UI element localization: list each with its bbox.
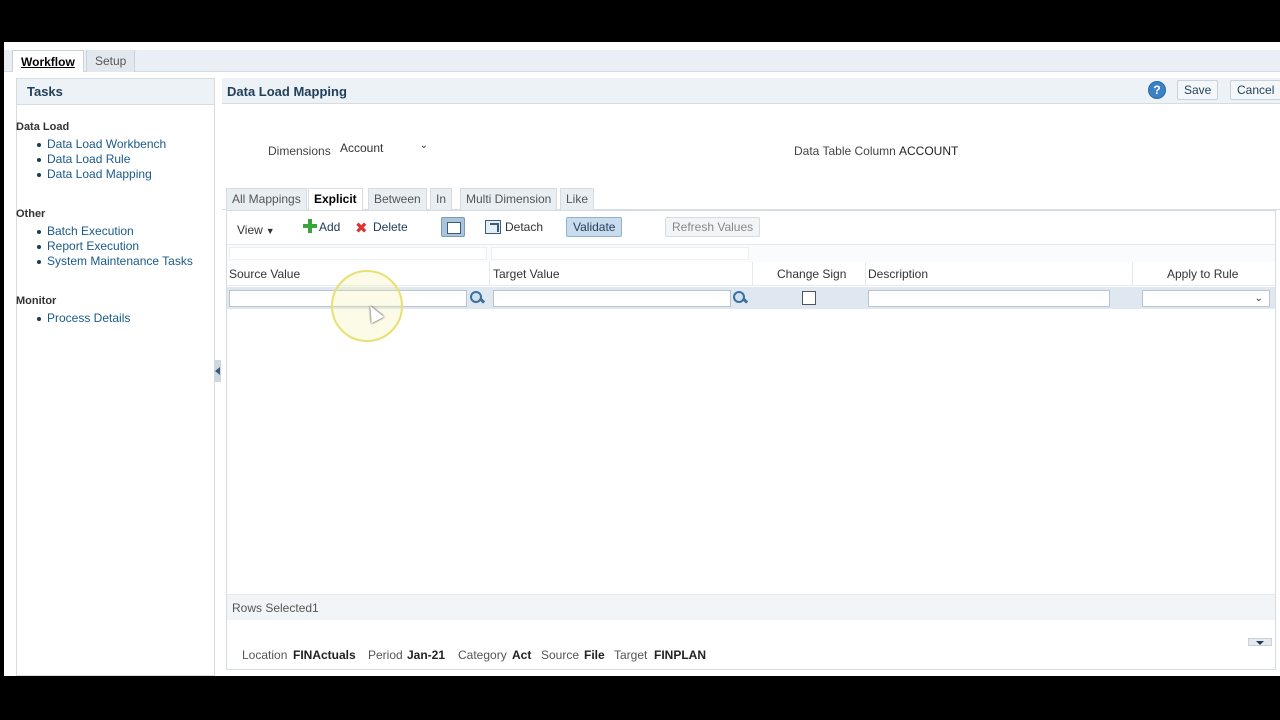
freeze-columns-icon[interactable] [441, 217, 465, 237]
category-label: Category [458, 648, 507, 662]
tasks-panel: Tasks Data Load Data Load Workbench Data… [16, 78, 215, 676]
column-separator [865, 262, 866, 286]
tab-all-mappings[interactable]: All Mappings [226, 188, 307, 210]
column-header-change-sign[interactable]: Change Sign [777, 267, 846, 281]
delete-label: Delete [373, 220, 408, 234]
task-link-data-load-rule[interactable]: Data Load Rule [17, 152, 214, 167]
description-input[interactable] [868, 290, 1110, 307]
target-value-input[interactable] [493, 290, 731, 307]
caret-down-icon: ▼ [265, 226, 275, 236]
target-value[interactable]: FINPLAN [654, 648, 706, 662]
mapping-tabs: All Mappings Explicit Between In Multi D… [222, 188, 1280, 211]
target-value-filter[interactable] [491, 247, 749, 260]
dimensions-select[interactable]: Account ⌄ [336, 138, 432, 158]
column-header-source-value[interactable]: Source Value [229, 267, 300, 281]
add-label: Add [319, 220, 341, 234]
add-button[interactable]: Add [303, 218, 340, 238]
pov-expand-icon[interactable] [1248, 638, 1272, 646]
column-header-apply-to-rule[interactable]: Apply to Rule [1167, 267, 1238, 281]
grid-toolbar: View ▼ Add ✖ Delete Detach Validate Refres… [227, 211, 1275, 243]
task-link-data-load-mapping[interactable]: Data Load Mapping [17, 167, 214, 182]
refresh-values-button[interactable]: Refresh Values [665, 217, 761, 237]
column-separator [489, 262, 490, 286]
data-table-column-value: ACCOUNT [899, 144, 959, 158]
top-tab-bar: Workflow Setup [4, 50, 1280, 72]
column-separator [752, 262, 753, 286]
detach-icon [485, 220, 501, 234]
tab-explicit[interactable]: Explicit [308, 188, 363, 211]
category-value[interactable]: Act [512, 648, 531, 662]
tasks-title: Tasks [17, 79, 214, 105]
task-group-monitor: Monitor Process Details [16, 295, 214, 326]
task-group-label: Data Load [16, 121, 70, 133]
task-group-label: Other [16, 208, 46, 220]
task-group-data-load: Data Load Data Load Workbench Data Load … [16, 121, 214, 182]
help-icon[interactable]: ? [1148, 81, 1166, 99]
main-header: Data Load Mapping ? Save Cancel [222, 78, 1280, 104]
tab-multi-dimension[interactable]: Multi Dimension [460, 188, 558, 210]
tab-in[interactable]: In [430, 188, 453, 210]
apply-to-rule-select[interactable]: ⌄ [1142, 290, 1270, 307]
dimensions-label: Dimensions [268, 144, 331, 158]
tab-between[interactable]: Between [368, 188, 427, 210]
plus-icon [303, 219, 317, 233]
location-value[interactable]: FINActuals [293, 648, 356, 662]
chevron-down-icon: ⌄ [1254, 293, 1263, 304]
task-group-other: Other Batch Execution Report Execution S… [16, 208, 214, 269]
pov-status-bar: Location FINActuals Period Jan-21 Catego… [222, 638, 1280, 676]
chevron-down-icon: ⌄ [419, 140, 428, 151]
source-value-filter[interactable] [229, 247, 487, 260]
delete-x-icon: ✖ [355, 220, 368, 237]
delete-button[interactable]: ✖ Delete [355, 218, 408, 238]
target-label: Target [614, 648, 648, 662]
page-title: Data Load Mapping [227, 84, 347, 99]
view-menu[interactable]: View ▼ [237, 221, 275, 241]
source-value[interactable]: File [584, 648, 605, 662]
column-header-description[interactable]: Description [868, 267, 928, 281]
change-sign-checkbox[interactable] [802, 291, 816, 305]
task-link-process-details[interactable]: Process Details [17, 311, 214, 326]
tab-setup[interactable]: Setup [86, 50, 136, 72]
tab-like[interactable]: Like [560, 188, 595, 210]
collapse-panel-handle[interactable] [214, 360, 221, 382]
rows-selected-count: 1 [312, 601, 319, 615]
search-icon[interactable] [732, 290, 748, 306]
cursor-highlight [331, 270, 403, 342]
rows-selected-label: Rows Selected [232, 601, 313, 615]
search-icon[interactable] [469, 290, 485, 306]
tab-workflow[interactable]: Workflow [12, 50, 84, 72]
column-header-target-value[interactable]: Target Value [493, 267, 560, 281]
data-table-column-label: Data Table Column [794, 144, 896, 158]
cancel-button[interactable]: Cancel [1230, 80, 1280, 100]
task-link-data-load-workbench[interactable]: Data Load Workbench [17, 137, 214, 152]
task-link-report-execution[interactable]: Report Execution [17, 239, 214, 254]
rows-selected-status: Rows Selected1 [227, 594, 1275, 620]
period-label: Period [368, 648, 403, 662]
save-button[interactable]: Save [1177, 80, 1219, 100]
view-menu-label: View [237, 223, 263, 237]
period-value[interactable]: Jan-21 [407, 648, 445, 662]
application-window: Workflow Setup Tasks Data Load Data Load… [4, 42, 1280, 676]
filter-row [227, 244, 1275, 262]
main-panel: Data Load Mapping ? Save Cancel Dimensio… [222, 78, 1280, 676]
source-label: Source [541, 648, 580, 662]
location-label: Location [242, 648, 288, 662]
detach-button[interactable]: Detach [485, 218, 543, 238]
column-separator [1132, 262, 1133, 286]
task-group-label: Monitor [16, 295, 57, 307]
validate-button[interactable]: Validate [566, 217, 623, 237]
dimensions-value: Account [340, 141, 384, 155]
detach-label: Detach [505, 220, 544, 234]
task-link-batch-execution[interactable]: Batch Execution [17, 224, 214, 239]
task-link-system-maintenance-tasks[interactable]: System Maintenance Tasks [17, 254, 214, 269]
